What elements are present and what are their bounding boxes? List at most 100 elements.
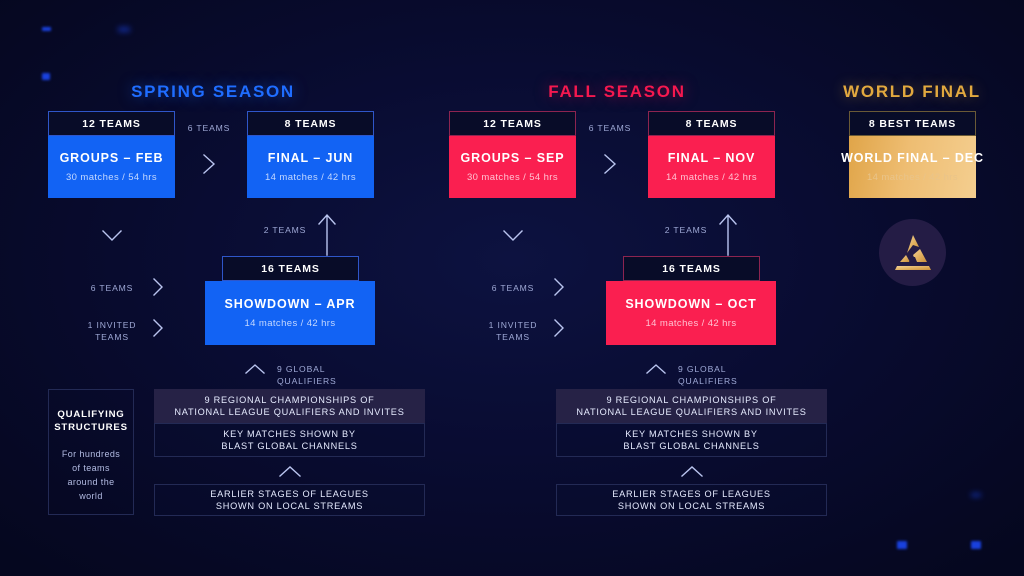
spring-groups-to-showdown-label: 6 TEAMS: [90, 283, 134, 293]
fall-showdown-to-final-label: 2 TEAMS: [664, 225, 708, 235]
fall-key-line1: KEY MATCHES SHOWN BY: [625, 428, 758, 439]
chevron-right-icon: [150, 276, 166, 298]
fall-invited-line1: 1 INVITED: [488, 320, 538, 330]
arrow-up-icon: [717, 212, 739, 256]
chevron-down-icon: [100, 228, 124, 244]
fall-final-title: FINAL – NOV: [667, 151, 756, 165]
fall-groups-meta: 30 matches / 54 hrs: [466, 172, 559, 183]
spring-showdown-to-final-label: 2 TEAMS: [263, 225, 307, 235]
spring-regional-championships-band: 9 REGIONAL CHAMPIONSHIPS OF NATIONAL LEA…: [154, 389, 425, 423]
fall-final-body: FINAL – NOV 14 matches / 42 hrs: [648, 136, 775, 198]
chevron-right-icon: [551, 317, 567, 339]
fall-invited-label: 1 INVITED TEAMS: [483, 319, 543, 343]
fall-final-meta: 14 matches / 42 hrs: [665, 172, 758, 183]
fall-regional-line2: NATIONAL LEAGUE QUALIFIERS AND INVITES: [576, 407, 807, 417]
spring-regional-line2: NATIONAL LEAGUE QUALIFIERS AND INVITES: [174, 407, 405, 417]
decor-artifact: [897, 541, 907, 549]
spring-invited-line2: TEAMS: [95, 332, 129, 342]
chevron-up-icon: [277, 464, 303, 479]
fall-key-line2: BLAST GLOBAL CHANNELS: [623, 441, 760, 451]
blast-logo: [879, 219, 946, 286]
world-final-meta: 14 matches / 42 hrs: [866, 172, 959, 183]
fall-groups-to-showdown-label: 6 TEAMS: [491, 283, 535, 293]
fall-gq-line2: QUALIFIERS: [678, 376, 738, 386]
decor-artifact: [42, 73, 50, 80]
spring-final-teams: 8 TEAMS: [247, 111, 374, 136]
chevron-down-icon: [501, 228, 525, 244]
qs-desc-line4: world: [79, 491, 103, 501]
fall-groups-to-final-label: 6 TEAMS: [588, 123, 632, 133]
spring-key-matches-band: KEY MATCHES SHOWN BY BLAST GLOBAL CHANNE…: [154, 423, 425, 457]
fall-invited-line2: TEAMS: [496, 332, 530, 342]
fall-earlier-line1: EARLIER STAGES OF LEAGUES: [612, 488, 771, 499]
arrow-up-icon: [316, 212, 338, 256]
qualifying-structures-card: QUALIFYING STRUCTURES For hundreds of te…: [48, 389, 134, 515]
spring-groups-body: GROUPS – FEB 30 matches / 54 hrs: [48, 136, 175, 198]
spring-showdown-meta: 14 matches / 42 hrs: [244, 318, 336, 329]
spring-final-box[interactable]: 8 TEAMS FINAL – JUN 14 matches / 42 hrs: [247, 111, 374, 198]
spring-earlier-line2: SHOWN ON LOCAL STREAMS: [215, 501, 364, 511]
chevron-right-icon: [601, 152, 619, 176]
chevron-right-icon: [150, 317, 166, 339]
spring-global-qualifiers-label: 9 GLOBAL QUALIFIERS: [277, 363, 357, 387]
spring-final-meta: 14 matches / 42 hrs: [264, 172, 357, 183]
spring-showdown-teams: 16 TEAMS: [222, 256, 359, 281]
qualifying-structures-title: QUALIFYING STRUCTURES: [54, 408, 128, 434]
season-title-world-final: WORLD FINAL: [843, 82, 981, 101]
spring-showdown-box[interactable]: 16 TEAMS: [222, 256, 359, 281]
fall-groups-body: GROUPS – SEP 30 matches / 54 hrs: [449, 136, 576, 198]
fall-earlier-line2: SHOWN ON LOCAL STREAMS: [617, 501, 766, 511]
spring-regional-line1: 9 REGIONAL CHAMPIONSHIPS OF: [204, 394, 375, 405]
world-final-title: WORLD FINAL – DEC: [841, 151, 984, 165]
world-final-box[interactable]: 8 BEST TEAMS WORLD FINAL – DEC 14 matche…: [841, 111, 983, 198]
chevron-up-icon: [243, 362, 267, 376]
spring-key-line2: BLAST GLOBAL CHANNELS: [221, 441, 358, 451]
decor-artifact: [971, 541, 981, 549]
spring-showdown-title: SHOWDOWN – APR: [224, 297, 356, 311]
season-title-fall: FALL SEASON: [548, 82, 686, 101]
qs-desc-line3: around the: [67, 477, 115, 487]
fall-regional-line1: 9 REGIONAL CHAMPIONSHIPS OF: [606, 394, 777, 405]
fall-showdown-box[interactable]: 16 TEAMS: [623, 256, 760, 281]
fall-global-qualifiers-label: 9 GLOBAL QUALIFIERS: [678, 363, 758, 387]
spring-final-body: FINAL – JUN 14 matches / 42 hrs: [247, 136, 374, 198]
chevron-up-icon: [644, 362, 668, 376]
qualifying-structures-description: For hundreds of teams around the world: [62, 447, 120, 503]
spring-groups-teams: 12 TEAMS: [48, 111, 175, 136]
tournament-structure-diagram: SPRING SEASON 12 TEAMS GROUPS – FEB 30 m…: [0, 0, 1024, 576]
decor-artifact: [971, 493, 981, 497]
spring-gq-line1: 9 GLOBAL: [277, 364, 326, 374]
blast-triangle-icon: [894, 234, 931, 270]
fall-gq-line1: 9 GLOBAL: [678, 364, 727, 374]
fall-showdown-body[interactable]: SHOWDOWN – OCT 14 matches / 42 hrs: [606, 281, 776, 345]
decor-artifact: [42, 27, 51, 31]
spring-invited-label: 1 INVITED TEAMS: [82, 319, 142, 343]
qs-desc-line2: of teams: [72, 463, 110, 473]
spring-gq-line2: QUALIFIERS: [277, 376, 337, 386]
spring-key-line1: KEY MATCHES SHOWN BY: [223, 428, 356, 439]
fall-showdown-meta: 14 matches / 42 hrs: [645, 318, 737, 329]
spring-earlier-line1: EARLIER STAGES OF LEAGUES: [210, 488, 369, 499]
fall-final-box[interactable]: 8 TEAMS FINAL – NOV 14 matches / 42 hrs: [648, 111, 775, 198]
spring-showdown-body[interactable]: SHOWDOWN – APR 14 matches / 42 hrs: [205, 281, 375, 345]
fall-showdown-title: SHOWDOWN – OCT: [625, 297, 757, 311]
spring-invited-line1: 1 INVITED: [87, 320, 137, 330]
fall-key-matches-band: KEY MATCHES SHOWN BY BLAST GLOBAL CHANNE…: [556, 423, 827, 457]
fall-regional-championships-band: 9 REGIONAL CHAMPIONSHIPS OF NATIONAL LEA…: [556, 389, 827, 423]
decor-artifact: [118, 27, 130, 32]
spring-earlier-stages-band: EARLIER STAGES OF LEAGUES SHOWN ON LOCAL…: [154, 484, 425, 516]
qs-desc-line1: For hundreds: [61, 449, 121, 459]
spring-final-title: FINAL – JUN: [267, 151, 354, 165]
qs-title-line2: STRUCTURES: [54, 422, 128, 433]
fall-showdown-teams: 16 TEAMS: [623, 256, 760, 281]
fall-groups-box[interactable]: 12 TEAMS GROUPS – SEP 30 matches / 54 hr…: [449, 111, 576, 198]
spring-groups-title: GROUPS – FEB: [59, 151, 164, 165]
spring-groups-box[interactable]: 12 TEAMS GROUPS – FEB 30 matches / 54 hr…: [48, 111, 175, 198]
spring-groups-meta: 30 matches / 54 hrs: [65, 172, 158, 183]
fall-groups-title: GROUPS – SEP: [460, 151, 565, 165]
chevron-up-icon: [679, 464, 705, 479]
chevron-right-icon: [200, 152, 218, 176]
spring-groups-to-final-label: 6 TEAMS: [187, 123, 231, 133]
fall-earlier-stages-band: EARLIER STAGES OF LEAGUES SHOWN ON LOCAL…: [556, 484, 827, 516]
qs-title-line1: QUALIFYING: [57, 409, 125, 420]
